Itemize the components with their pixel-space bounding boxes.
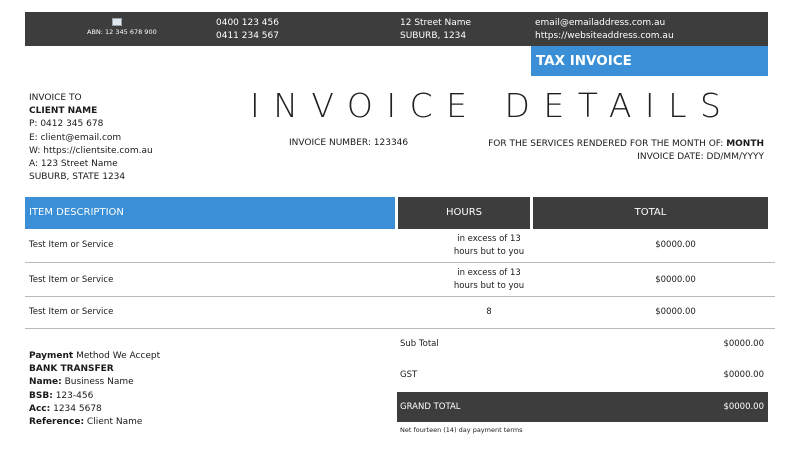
item-hours-line-1: in excess of 13 xyxy=(457,234,521,244)
phone-secondary: 0411 234 567 xyxy=(216,31,279,41)
grand-total-row: GRAND TOTAL $0000.00 xyxy=(397,392,768,422)
client-details: INVOICE TO CLIENT NAME P: 0412 345 678 E… xyxy=(29,92,153,184)
account-label: Acc: xyxy=(29,403,51,414)
header-phones: 0400 123 456 0411 234 567 xyxy=(216,17,279,43)
client-address-1: A: 123 Street Name xyxy=(29,159,118,170)
client-address-2: SUBURB, STATE 1234 xyxy=(29,172,126,183)
item-hours-line-1: in excess of 13 xyxy=(457,268,521,278)
payee-name: Business Name xyxy=(64,377,134,388)
header-address: 12 Street Name SUBURB, 1234 xyxy=(400,17,471,43)
services-info: FOR THE SERVICES RENDERED FOR THE MONTH … xyxy=(488,138,764,164)
bsb-value: 123-456 xyxy=(55,390,94,401)
item-total: $0000.00 xyxy=(655,275,696,285)
item-hours-line-2: hours but to you xyxy=(453,281,525,291)
reference-value: Client Name xyxy=(86,417,143,428)
column-header-hours: HOURS xyxy=(398,197,530,229)
item-total: $0000.00 xyxy=(655,240,696,250)
grand-total-label: GRAND TOTAL xyxy=(400,402,461,412)
client-website: W: https://clientsite.com.au xyxy=(29,145,153,156)
subtotal-row: Sub Total $0000.00 xyxy=(397,329,768,359)
payment-label-bold: Payment xyxy=(29,351,74,361)
item-total: $0000.00 xyxy=(655,307,696,317)
table-row: Test Item or Service in excess of 13 hou… xyxy=(25,263,775,297)
account-value: 1234 5678 xyxy=(53,403,102,414)
address-line-1: 12 Street Name xyxy=(400,18,472,28)
header-website: https://websiteaddress.com.au xyxy=(535,31,674,41)
gst-value: $0000.00 xyxy=(723,370,764,380)
broken-image-icon xyxy=(112,18,122,26)
item-hours: in excess of 13 hours but to you xyxy=(423,267,555,293)
item-hours: in excess of 13 hours but to you xyxy=(423,233,555,259)
tax-invoice-badge: TAX INVOICE xyxy=(531,46,768,76)
payment-label-rest: Method We Accept xyxy=(76,351,161,361)
payment-terms: Net fourteen (14) day payment terms xyxy=(400,426,523,434)
header-contact: email@emailaddress.com.au https://websit… xyxy=(535,17,674,43)
item-description: Test Item or Service xyxy=(29,240,114,250)
gst-label: GST xyxy=(400,370,418,380)
header-email: email@emailaddress.com.au xyxy=(535,18,666,28)
table-row: Test Item or Service in excess of 13 hou… xyxy=(25,229,775,263)
invoice-number: INVOICE NUMBER: 123346 xyxy=(289,138,409,148)
logo: ABN: 12 345 678 900 xyxy=(87,18,157,36)
subtotal-value: $0000.00 xyxy=(723,339,764,349)
services-label: FOR THE SERVICES RENDERED FOR THE MONTH … xyxy=(488,139,724,149)
payment-details: Payment Method We Accept BANK TRANSFER N… xyxy=(29,350,160,429)
client-name: CLIENT NAME xyxy=(29,106,98,117)
reference-label: Reference: xyxy=(29,417,85,428)
grand-total-value: $0000.00 xyxy=(723,402,764,412)
payment-method: BANK TRANSFER xyxy=(29,364,114,375)
invoice-date: INVOICE DATE: DD/MM/YYYY xyxy=(637,152,764,162)
table-row: Test Item or Service 8 $0000.00 xyxy=(25,297,775,329)
client-email: E: client@email.com xyxy=(29,132,122,143)
client-phone: P: 0412 345 678 xyxy=(29,119,104,130)
payee-name-label: Name: xyxy=(29,377,62,388)
item-description: Test Item or Service xyxy=(29,275,114,285)
page-title: INVOICE DETAILS xyxy=(250,86,735,125)
bsb-label: BSB: xyxy=(29,390,53,401)
column-header-description: ITEM DESCRIPTION xyxy=(25,197,395,229)
column-header-total: TOTAL xyxy=(533,197,768,229)
gst-row: GST $0000.00 xyxy=(397,360,768,390)
item-description: Test Item or Service xyxy=(29,307,114,317)
header-bar: ABN: 12 345 678 900 0400 123 456 0411 23… xyxy=(25,12,768,46)
subtotal-label: Sub Total xyxy=(400,339,439,349)
invoice-to-heading: INVOICE TO xyxy=(29,93,82,103)
item-hours-line-2: hours but to you xyxy=(453,247,525,257)
services-month: MONTH xyxy=(726,139,764,149)
abn-text: ABN: 12 345 678 900 xyxy=(87,28,157,36)
phone-primary: 0400 123 456 xyxy=(216,18,279,28)
address-line-2: SUBURB, 1234 xyxy=(400,31,467,41)
item-hours: 8 xyxy=(486,307,492,317)
